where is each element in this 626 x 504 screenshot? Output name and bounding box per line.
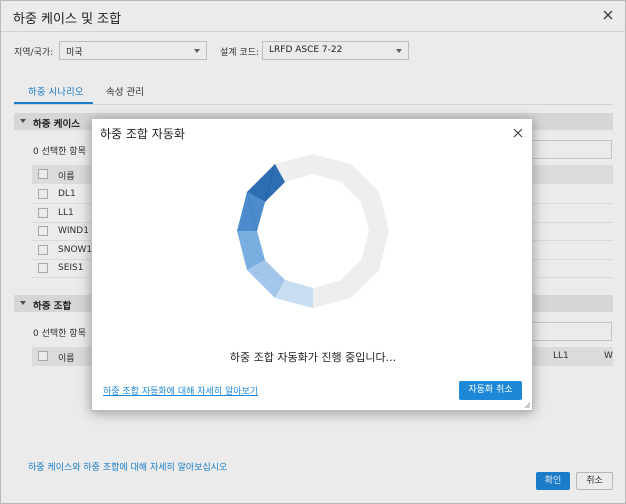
close-icon[interactable] — [512, 127, 524, 139]
modal-title: 하중 조합 자동화 — [100, 127, 185, 141]
resize-grip-icon[interactable] — [524, 402, 530, 408]
loading-spinner-icon — [236, 154, 389, 308]
learn-more-link[interactable]: 하중 조합 자동화에 대해 자세히 알아보기 — [103, 384, 258, 397]
automation-progress-modal: 하중 조합 자동화 하중 조합 자동화가 진행 중입니다... 하중 조합 자동… — [91, 118, 533, 411]
progress-message: 하중 조합 자동화가 진행 중입니다... — [229, 351, 397, 364]
cancel-automation-button[interactable]: 자동화 취소 — [459, 381, 522, 400]
